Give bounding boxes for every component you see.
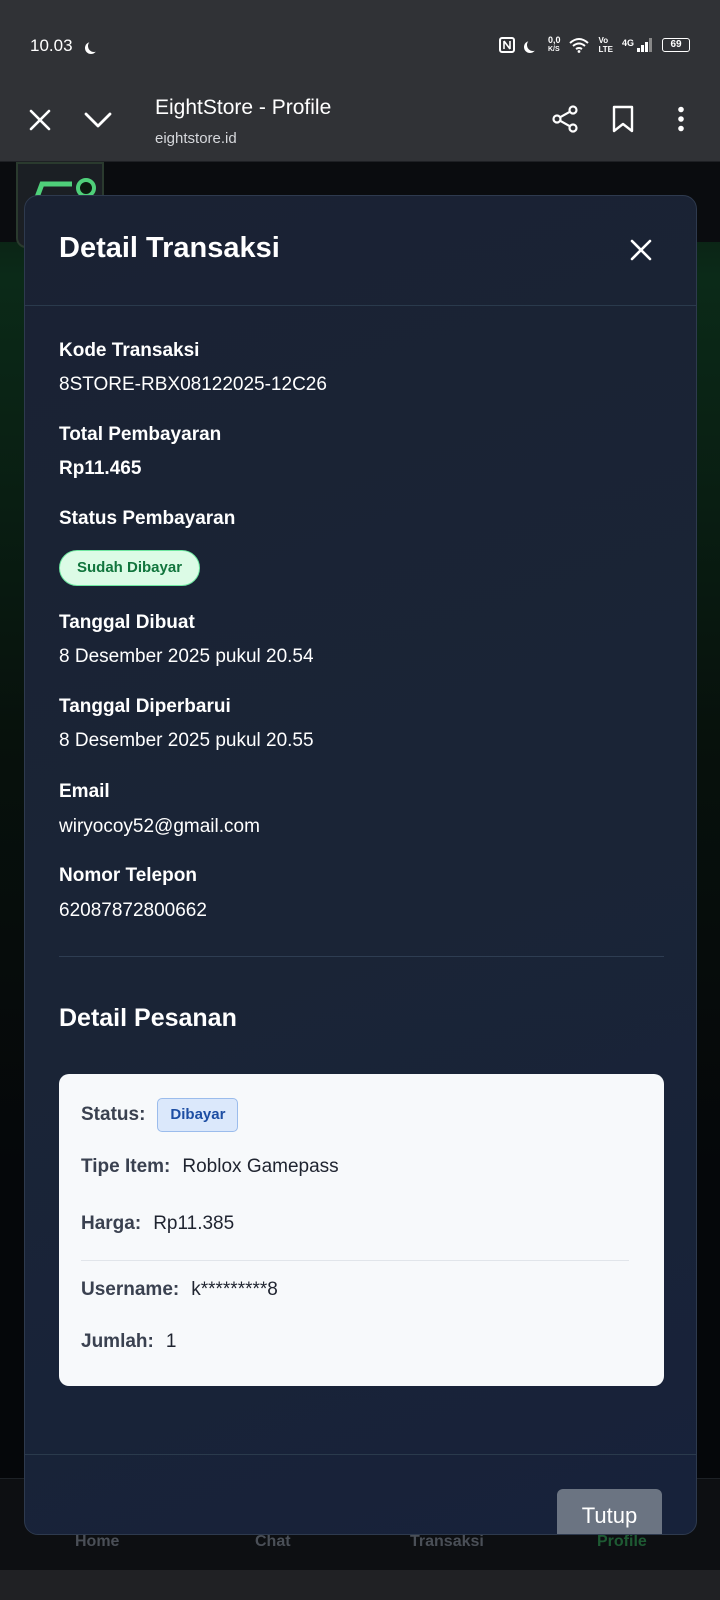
modal-title: Detail Transaksi <box>59 232 280 264</box>
quantity-label: Jumlah: <box>81 1331 154 1352</box>
close-modal-button[interactable]: Tutup <box>557 1489 662 1534</box>
bookmark-button[interactable] <box>606 102 640 136</box>
payment-status-label: Status Pembayaran <box>59 508 236 529</box>
nav-chat[interactable]: Chat <box>255 1533 291 1551</box>
phone-value: 62087872800662 <box>59 900 207 921</box>
moon-icon <box>527 39 539 51</box>
created-date-value: 8 Desember 2025 pukul 20.54 <box>59 646 314 667</box>
item-type-label: Tipe Item: <box>81 1156 171 1177</box>
order-detail-card: Status: Dibayar Tipe Item: Roblox Gamepa… <box>59 1074 664 1386</box>
card-divider <box>81 1260 629 1261</box>
more-vertical-icon <box>678 106 684 132</box>
section-divider <box>59 956 664 957</box>
status-bar: 10.03 0,0 K/S Vo LTE 4G 69 <box>0 0 720 84</box>
username-value: k*********8 <box>191 1279 278 1300</box>
close-icon <box>29 109 51 131</box>
updated-date-value: 8 Desember 2025 pukul 20.55 <box>59 730 314 751</box>
page-url[interactable]: eightstore.id <box>155 130 237 147</box>
total-payment-label: Total Pembayaran <box>59 424 222 445</box>
order-detail-title: Detail Pesanan <box>59 1004 237 1032</box>
status-icons: 0,0 K/S Vo LTE 4G 69 <box>498 35 690 54</box>
close-icon <box>630 239 652 261</box>
bookmark-icon <box>612 105 634 133</box>
transaction-code-value: 8STORE-RBX08122025-12C26 <box>59 374 327 395</box>
transaction-detail-modal: Detail Transaksi Kode Transaksi 8STORE-R… <box>24 195 697 1535</box>
net-speed: 0,0 K/S <box>547 35 561 54</box>
signal-icon <box>637 38 652 52</box>
created-date-label: Tanggal Dibuat <box>59 612 195 633</box>
item-type-row: Tipe Item: Roblox Gamepass <box>81 1156 339 1178</box>
order-status-row: Status: Dibayar <box>81 1098 239 1132</box>
browser-toolbar: EightStore - Profile eightstore.id <box>0 84 720 162</box>
price-label: Harga: <box>81 1213 142 1234</box>
close-tab-button[interactable] <box>24 104 56 136</box>
order-status-label: Status: <box>81 1104 146 1125</box>
nav-home[interactable]: Home <box>75 1533 119 1551</box>
more-options-button[interactable] <box>664 102 698 136</box>
battery-indicator: 69 <box>662 38 690 52</box>
page-title: EightStore - Profile <box>155 96 332 119</box>
status-time: 10.03 <box>30 36 73 55</box>
share-button[interactable] <box>548 102 582 136</box>
phone-label: Nomor Telepon <box>59 865 197 886</box>
email-label: Email <box>59 781 110 802</box>
share-icon <box>552 105 578 133</box>
price-value: Rp11.385 <box>153 1213 235 1234</box>
price-row: Harga: Rp11.385 <box>81 1213 234 1235</box>
modal-close-button[interactable] <box>627 236 655 264</box>
payment-status-badge: Sudah Dibayar <box>59 550 201 586</box>
nav-transaksi[interactable]: Transaksi <box>410 1533 484 1551</box>
nav-profile[interactable]: Profile <box>597 1533 647 1551</box>
updated-date-label: Tanggal Diperbarui <box>59 696 231 717</box>
moon-icon <box>88 40 100 52</box>
wifi-icon <box>569 38 590 53</box>
item-type-value: Roblox Gamepass <box>182 1156 339 1177</box>
quantity-row: Jumlah: 1 <box>81 1331 176 1353</box>
modal-header: Detail Transaksi <box>25 196 696 306</box>
quantity-value: 1 <box>165 1331 177 1352</box>
chevron-down-icon <box>84 112 112 128</box>
signal-indicator: 4G <box>622 38 653 52</box>
nfc-icon <box>498 37 515 53</box>
total-payment-value: Rp11.465 <box>59 458 142 479</box>
transaction-code-label: Kode Transaksi <box>59 340 200 361</box>
order-status-badge: Dibayar <box>157 1098 239 1132</box>
system-nav-bar <box>0 1570 720 1600</box>
volte-indicator: Vo LTE <box>598 36 613 54</box>
username-row: Username: k*********8 <box>81 1279 278 1301</box>
email-value: wiryocoy52@gmail.com <box>59 816 260 837</box>
username-label: Username: <box>81 1279 180 1300</box>
collapse-button[interactable] <box>82 104 114 136</box>
